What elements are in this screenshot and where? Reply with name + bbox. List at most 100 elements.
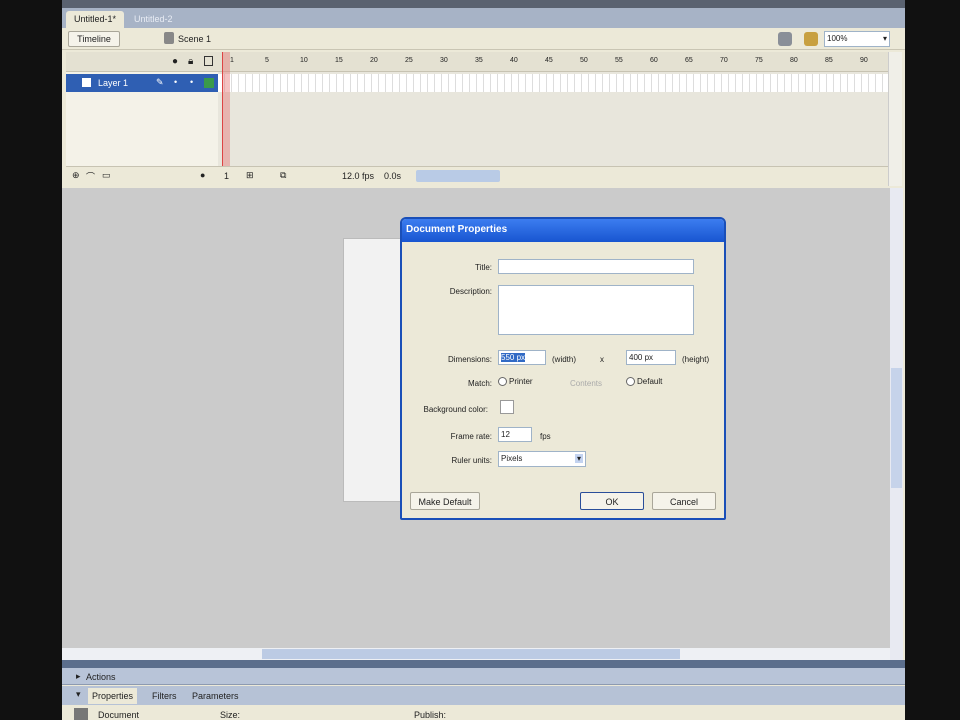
frame-rate-input[interactable]: 12 bbox=[498, 427, 532, 442]
timeline-status-bar: ⊕ ⌒ ▭ ● 1 ⊞ ⧉ 12.0 fps 0.0s bbox=[66, 166, 892, 186]
insert-layer-icon[interactable]: ⊕ bbox=[72, 170, 80, 181]
add-guide-icon[interactable]: ⌒ bbox=[86, 170, 95, 183]
stage-vscroll[interactable] bbox=[890, 188, 903, 660]
lock-icon[interactable]: 🔒︎ bbox=[188, 56, 193, 67]
panel-divider[interactable] bbox=[62, 660, 905, 668]
center-frame-icon[interactable]: ⊞ bbox=[246, 170, 254, 181]
timeline-header: ● 🔒︎ 1 5 10 15 20 25 30 35 40 45 50 55 60 65 70 75 80 85 9… bbox=[66, 52, 892, 72]
document-tabs: Untitled-1* Untitled-2 bbox=[62, 8, 905, 28]
frame-number: 1 bbox=[230, 57, 234, 64]
match-label: Match: bbox=[467, 379, 492, 388]
ruler-units-select[interactable]: Pixels ▾ bbox=[498, 451, 586, 467]
cancel-button[interactable]: Cancel bbox=[652, 492, 716, 510]
ruler-units-value: Pixels bbox=[501, 454, 523, 463]
tab-untitled-2[interactable]: Untitled-2 bbox=[126, 11, 181, 28]
chevron-down-icon: ▾ bbox=[882, 34, 887, 43]
publish-label: Publish: bbox=[414, 710, 447, 720]
width-input[interactable]: 550 px bbox=[498, 350, 546, 365]
frame-number: 70 bbox=[720, 57, 728, 64]
lock-dot[interactable]: • bbox=[190, 77, 193, 87]
frame-number: 60 bbox=[650, 57, 658, 64]
background-color-label: Background color: bbox=[423, 405, 488, 414]
stage-hscroll[interactable] bbox=[62, 648, 890, 660]
dialog-title: Document Properties bbox=[402, 219, 724, 242]
layer-name: Layer 1 bbox=[98, 78, 129, 88]
default-label: Default bbox=[637, 377, 663, 386]
height-label: (height) bbox=[682, 355, 710, 364]
tab-properties[interactable]: Properties bbox=[88, 688, 138, 704]
timeline-toggle-button[interactable]: Timeline bbox=[68, 31, 120, 47]
background-color-swatch[interactable] bbox=[500, 400, 514, 414]
match-printer-radio[interactable]: Printer bbox=[498, 377, 533, 387]
title-input[interactable] bbox=[498, 259, 694, 274]
frame-number: 75 bbox=[755, 57, 763, 64]
eye-icon[interactable]: ● bbox=[172, 56, 178, 67]
description-input[interactable] bbox=[498, 285, 694, 335]
frame-number: 25 bbox=[405, 57, 413, 64]
tab-parameters[interactable]: Parameters bbox=[192, 691, 239, 701]
frame-rate-label: Frame rate: bbox=[450, 432, 492, 441]
current-frame: 1 bbox=[224, 171, 230, 181]
times-label: x bbox=[600, 355, 604, 364]
tab-filters[interactable]: Filters bbox=[152, 691, 177, 701]
document-properties-dialog: Document Properties Title: Description: … bbox=[400, 217, 726, 520]
frame-number: 90 bbox=[860, 57, 868, 64]
make-default-button[interactable]: Make Default bbox=[410, 492, 480, 510]
tab-untitled-1[interactable]: Untitled-1* bbox=[66, 11, 125, 28]
match-contents-radio: Contents bbox=[570, 379, 603, 388]
width-value: 550 px bbox=[501, 353, 526, 362]
title-bar bbox=[62, 0, 905, 8]
size-label: Size: bbox=[220, 710, 241, 720]
layer-row[interactable]: Layer 1 ✎ • • bbox=[66, 74, 218, 92]
elapsed-time: 0.0s bbox=[384, 171, 402, 181]
layer-frames[interactable] bbox=[218, 74, 888, 92]
dimensions-label: Dimensions: bbox=[447, 355, 492, 364]
insert-folder-icon[interactable]: ▭ bbox=[102, 170, 111, 181]
radio-icon bbox=[626, 377, 635, 387]
scene-icon bbox=[164, 32, 174, 44]
outline-color-swatch[interactable] bbox=[204, 78, 214, 88]
document-label: Document bbox=[98, 710, 140, 720]
document-icon bbox=[74, 708, 88, 720]
ok-button[interactable]: OK bbox=[580, 492, 644, 510]
layer-list: Layer 1 ✎ • • bbox=[66, 72, 218, 166]
visibility-dot[interactable]: • bbox=[174, 77, 177, 87]
edit-bar: Timeline Scene 1 100% ▾ bbox=[62, 28, 905, 50]
vscroll-thumb[interactable] bbox=[891, 368, 902, 488]
timeline-vscroll[interactable] bbox=[888, 52, 902, 186]
match-default-radio[interactable]: Default bbox=[626, 377, 663, 387]
frame-number: 5 bbox=[265, 57, 269, 64]
frame-number: 20 bbox=[370, 57, 378, 64]
properties-body: Document Size: Publish: bbox=[62, 705, 905, 720]
chevron-down-icon: ▾ bbox=[574, 454, 583, 463]
expand-arrow-icon: ▸ bbox=[76, 671, 81, 681]
frame-grid[interactable] bbox=[218, 72, 888, 166]
frame-number: 45 bbox=[545, 57, 553, 64]
frame-number: 65 bbox=[685, 57, 693, 64]
zoom-select[interactable]: 100% ▾ bbox=[824, 31, 890, 47]
frame-number: 40 bbox=[510, 57, 518, 64]
fps-label: fps bbox=[540, 432, 551, 441]
frame-ruler[interactable]: 1 5 10 15 20 25 30 35 40 45 50 55 60 65 70 75 80 85 90 bbox=[226, 52, 892, 72]
zoom-value: 100% bbox=[827, 34, 848, 43]
onion-skin-icon[interactable]: ⧉ bbox=[280, 170, 286, 181]
frame-number: 50 bbox=[580, 57, 588, 64]
edit-scene-icon[interactable] bbox=[778, 32, 792, 46]
height-input[interactable]: 400 px bbox=[626, 350, 676, 365]
outline-icon[interactable] bbox=[204, 56, 213, 66]
playhead[interactable] bbox=[222, 52, 230, 166]
frame-number: 80 bbox=[790, 57, 798, 64]
timeline-hscroll-thumb[interactable] bbox=[416, 170, 500, 182]
frame-number: 30 bbox=[440, 57, 448, 64]
actions-panel-header[interactable]: ▸ Actions bbox=[62, 668, 905, 685]
collapse-arrow-icon[interactable]: ▾ bbox=[76, 689, 81, 700]
actions-label: Actions bbox=[86, 672, 116, 682]
delete-layer-icon[interactable]: ● bbox=[200, 170, 205, 180]
hscroll-thumb[interactable] bbox=[262, 649, 680, 659]
frame-number: 55 bbox=[615, 57, 623, 64]
scene-label[interactable]: Scene 1 bbox=[178, 34, 211, 44]
edit-symbols-icon[interactable] bbox=[804, 32, 818, 46]
ruler-units-label: Ruler units: bbox=[451, 456, 492, 465]
radio-icon bbox=[498, 377, 507, 387]
pencil-icon: ✎ bbox=[156, 77, 164, 87]
